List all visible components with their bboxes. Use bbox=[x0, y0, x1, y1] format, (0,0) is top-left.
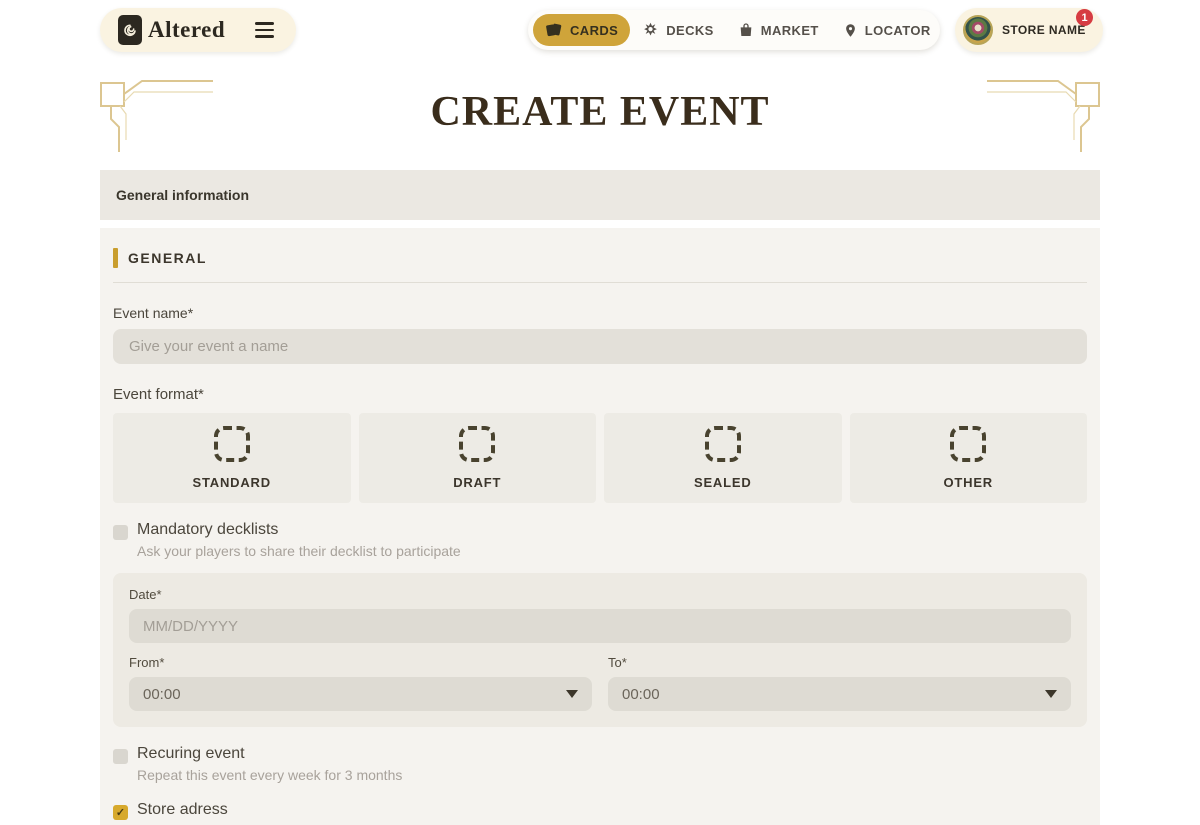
nav-item-label: DECKS bbox=[666, 23, 714, 38]
format-option-sealed[interactable]: SEALED bbox=[604, 413, 842, 503]
event-name-input[interactable] bbox=[113, 329, 1087, 364]
from-label: From* bbox=[129, 655, 592, 670]
ornament-corner-right bbox=[987, 74, 1102, 152]
format-option-label: SEALED bbox=[694, 475, 752, 490]
to-field: To* 00:00 bbox=[608, 655, 1071, 711]
event-format-options: STANDARD DRAFT SEALED OTHER bbox=[113, 413, 1087, 503]
altered-spiral-icon bbox=[118, 15, 142, 45]
nav-item-cards[interactable]: CARDS bbox=[533, 14, 630, 46]
notification-badge: 1 bbox=[1076, 9, 1093, 26]
format-dashed-square-icon bbox=[459, 426, 495, 462]
to-time-select[interactable]: 00:00 bbox=[608, 677, 1071, 711]
gold-accent-bar bbox=[113, 248, 118, 268]
format-option-label: OTHER bbox=[944, 475, 994, 490]
store-address-row: ✓ Store adress The event adress is the s… bbox=[113, 801, 1087, 825]
cards-icon bbox=[545, 22, 563, 38]
recurring-event-checkbox[interactable]: ✓ bbox=[113, 749, 128, 764]
format-option-label: STANDARD bbox=[193, 475, 271, 490]
from-field: From* 00:00 bbox=[129, 655, 592, 711]
logo-wordmark: Altered bbox=[148, 17, 225, 43]
event-format-label: Event format* bbox=[113, 386, 1087, 403]
mandatory-decklists-label: Mandatory decklists bbox=[137, 521, 461, 539]
store-name-button[interactable]: STORE NAME 1 bbox=[955, 8, 1103, 52]
format-option-standard[interactable]: STANDARD bbox=[113, 413, 351, 503]
date-label: Date* bbox=[129, 587, 1071, 602]
format-dashed-square-icon bbox=[214, 426, 250, 462]
create-event-form: General information GENERAL Event name* … bbox=[100, 170, 1100, 825]
nav-item-label: CARDS bbox=[570, 23, 618, 38]
format-option-label: DRAFT bbox=[453, 475, 501, 490]
hamburger-menu-icon[interactable] bbox=[251, 18, 278, 42]
store-address-label: Store adress bbox=[137, 801, 415, 819]
mandatory-decklists-description: Ask your players to share their decklist… bbox=[137, 543, 461, 559]
market-bag-icon bbox=[738, 22, 754, 38]
recurring-event-label: Recuring event bbox=[137, 745, 402, 763]
format-dashed-square-icon bbox=[950, 426, 986, 462]
from-time-value: 00:00 bbox=[143, 686, 181, 703]
time-range-row: From* 00:00 To* 00:00 bbox=[129, 655, 1071, 711]
nav-item-decks[interactable]: DECKS bbox=[630, 14, 726, 46]
nav-item-market[interactable]: MARKET bbox=[726, 14, 831, 46]
mandatory-decklists-checkbox[interactable]: ✓ bbox=[113, 525, 128, 540]
chevron-down-icon bbox=[566, 690, 578, 698]
decks-icon bbox=[642, 22, 659, 39]
group-heading-label: GENERAL bbox=[128, 250, 207, 266]
event-name-label: Event name* bbox=[113, 305, 1087, 321]
mandatory-decklists-row: ✓ Mandatory decklists Ask your players t… bbox=[113, 521, 1087, 559]
store-name-label: STORE NAME bbox=[1002, 23, 1086, 37]
page-title-section: CREATE EVENT bbox=[0, 60, 1200, 170]
top-navigation-bar: Altered CARDS DECKS bbox=[0, 0, 1200, 60]
to-label: To* bbox=[608, 655, 1071, 670]
format-option-other[interactable]: OTHER bbox=[850, 413, 1088, 503]
form-body: GENERAL Event name* Event format* STANDA… bbox=[100, 228, 1100, 825]
chevron-down-icon bbox=[1045, 690, 1057, 698]
recurring-event-row: ✓ Recuring event Repeat this event every… bbox=[113, 745, 1087, 783]
nav-item-label: LOCATOR bbox=[865, 23, 931, 38]
nav-item-locator[interactable]: LOCATOR bbox=[831, 14, 943, 46]
from-time-select[interactable]: 00:00 bbox=[129, 677, 592, 711]
logo-pill: Altered bbox=[100, 8, 296, 52]
schedule-panel: Date* From* 00:00 To* 00:00 bbox=[113, 573, 1087, 727]
nav-item-label: MARKET bbox=[761, 23, 819, 38]
store-address-checkbox[interactable]: ✓ bbox=[113, 805, 128, 820]
divider bbox=[113, 282, 1087, 283]
date-input[interactable] bbox=[129, 609, 1071, 643]
section-header-label: General information bbox=[116, 187, 249, 203]
to-time-value: 00:00 bbox=[622, 686, 660, 703]
main-navigation: CARDS DECKS MARKET LOCATOR bbox=[528, 10, 940, 50]
recurring-event-description: Repeat this event every week for 3 month… bbox=[137, 767, 402, 783]
section-header-general-information: General information bbox=[100, 170, 1100, 220]
store-avatar bbox=[963, 15, 993, 45]
altered-logo[interactable]: Altered bbox=[118, 15, 225, 45]
format-option-draft[interactable]: DRAFT bbox=[359, 413, 597, 503]
format-dashed-square-icon bbox=[705, 426, 741, 462]
ornament-corner-left bbox=[98, 74, 213, 152]
locator-pin-icon bbox=[843, 22, 858, 39]
group-heading-general: GENERAL bbox=[113, 248, 1087, 268]
